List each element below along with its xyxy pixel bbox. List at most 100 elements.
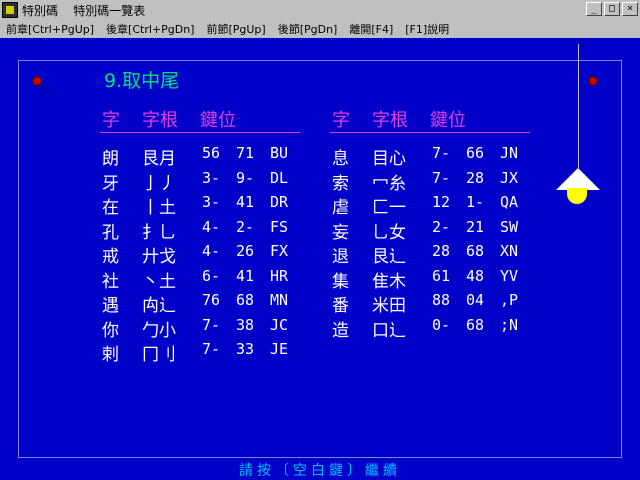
window-controls: _ □ × <box>586 2 638 16</box>
code-roots: 勹小 <box>142 320 176 341</box>
table-row: 你 勹小 7- 38 JC <box>102 315 322 341</box>
menu-next-chapter[interactable]: 後章[Ctrl+PgDn] <box>106 21 194 37</box>
key-code: ;N <box>500 315 519 334</box>
key-position-2: 68 <box>236 291 255 309</box>
key-position-1: 61 <box>432 266 451 285</box>
code-roots: 禸辶 <box>142 296 176 316</box>
key-position-1: 4- <box>202 217 221 236</box>
key-code: JN <box>500 144 519 162</box>
key-position-2: 41 <box>236 266 255 285</box>
table-row: 剌 冂刂 7- 33 JE <box>102 340 322 365</box>
key-code: DL <box>270 168 289 187</box>
section-title: 9.取中尾 <box>104 70 180 92</box>
key-code: DR <box>270 193 289 211</box>
key-position-2: 21 <box>466 217 485 236</box>
code-roots: 乚女 <box>372 222 406 243</box>
code-roots: 目心 <box>372 149 406 169</box>
table-row: 番 米田 88 04 ,P <box>332 291 552 316</box>
menu-prev-section[interactable]: 前節[PgUp] <box>206 21 265 37</box>
menu-next-section[interactable]: 後節[PgDn] <box>278 21 338 37</box>
left-header-rule <box>100 132 300 133</box>
key-position-2: 28 <box>466 168 485 187</box>
key-code: JX <box>500 168 519 187</box>
key-position-2: 38 <box>236 315 255 334</box>
key-code: HR <box>270 266 289 285</box>
minimize-button[interactable]: _ <box>586 2 602 16</box>
key-code: XN <box>500 242 519 260</box>
code-roots: 冂刂 <box>142 345 176 365</box>
code-char: 在 <box>102 198 119 218</box>
key-code: SW <box>500 217 519 236</box>
key-position-2: 48 <box>466 266 485 285</box>
code-roots: 亅丿 <box>142 173 176 194</box>
table-row: 社 丶土 6- 41 HR <box>102 266 322 292</box>
key-position-1: 88 <box>432 291 451 309</box>
code-char: 朗 <box>102 149 119 169</box>
code-roots: 匚一 <box>372 198 406 218</box>
code-roots: 扌乚 <box>142 222 176 243</box>
key-code: MN <box>270 291 289 309</box>
key-position-1: 0- <box>432 315 451 334</box>
menu-bar: 前章[Ctrl+PgUp] 後章[Ctrl+PgDn] 前節[PgUp] 後節[… <box>0 20 640 38</box>
table-row: 孔 扌乚 4- 2- FS <box>102 217 322 243</box>
key-code: ,P <box>500 291 519 309</box>
key-position-1: 7- <box>432 144 451 162</box>
key-position-2: 2- <box>236 217 255 236</box>
table-row: 虐 匚一 12 1- QA <box>332 193 552 218</box>
right-column-header: 字 字根 鍵位 <box>332 106 466 134</box>
code-roots: 艮辶 <box>372 247 406 267</box>
title-bar: 特別碼 特別碼一覽表 _ □ × <box>0 0 640 20</box>
code-char: 集 <box>332 271 349 292</box>
col-char-label: 字 <box>102 110 120 131</box>
key-code: YV <box>500 266 519 285</box>
key-position-2: 1- <box>466 193 485 211</box>
code-roots: 口辶 <box>372 320 406 341</box>
key-position-1: 28 <box>432 242 451 260</box>
key-position-1: 7- <box>202 315 221 334</box>
col-keys-label: 鍵位 <box>430 110 466 131</box>
key-code: JC <box>270 315 289 334</box>
key-position-2: 26 <box>236 242 255 260</box>
app-icon[interactable] <box>2 2 18 18</box>
menu-help[interactable]: [F1]說明 <box>405 21 449 37</box>
table-row: 索 冖糸 7- 28 JX <box>332 168 552 194</box>
code-char: 孔 <box>102 222 119 243</box>
code-char: 造 <box>332 320 349 341</box>
code-char: 剌 <box>102 345 119 365</box>
key-position-1: 4- <box>202 242 221 260</box>
key-position-2: 71 <box>236 144 255 162</box>
menu-prev-chapter[interactable]: 前章[Ctrl+PgUp] <box>6 21 94 37</box>
table-row: 退 艮辶 28 68 XN <box>332 242 552 267</box>
right-header-rule <box>330 132 530 133</box>
table-row: 妄 乚女 2- 21 SW <box>332 217 552 243</box>
left-column-header: 字 字根 鍵位 <box>102 106 236 134</box>
maximize-button[interactable]: □ <box>604 2 620 16</box>
key-position-2: 41 <box>236 193 255 211</box>
close-button[interactable]: × <box>622 2 638 16</box>
continue-prompt: 請按〔空白鍵〕繼續 <box>239 463 401 479</box>
col-keys-label: 鍵位 <box>200 110 236 131</box>
code-roots: 廾戈 <box>142 247 176 267</box>
code-roots: 丨土 <box>142 198 176 218</box>
key-position-1: 7- <box>432 168 451 187</box>
table-row: 朗 艮月 56 71 BU <box>102 144 322 169</box>
code-char: 虐 <box>332 198 349 218</box>
code-char: 戒 <box>102 247 119 267</box>
key-code: FS <box>270 217 289 236</box>
code-roots: 冖糸 <box>372 173 406 194</box>
key-position-1: 6- <box>202 266 221 285</box>
table-row: 集 隹木 61 48 YV <box>332 266 552 292</box>
key-position-2: 68 <box>466 242 485 260</box>
table-row: 在 丨土 3- 41 DR <box>102 193 322 218</box>
code-char: 牙 <box>102 173 119 194</box>
key-position-2: 04 <box>466 291 485 309</box>
key-position-2: 66 <box>466 144 485 162</box>
menu-exit[interactable]: 離開[F4] <box>349 21 393 37</box>
key-position-2: 9- <box>236 168 255 187</box>
code-char: 妄 <box>332 222 349 243</box>
key-code: QA <box>500 193 519 211</box>
col-root-label: 字根 <box>142 110 178 131</box>
key-position-2: 33 <box>236 340 255 358</box>
table-row: 息 目心 7- 66 JN <box>332 144 552 169</box>
window-title: 特別碼 特別碼一覽表 <box>22 3 146 18</box>
